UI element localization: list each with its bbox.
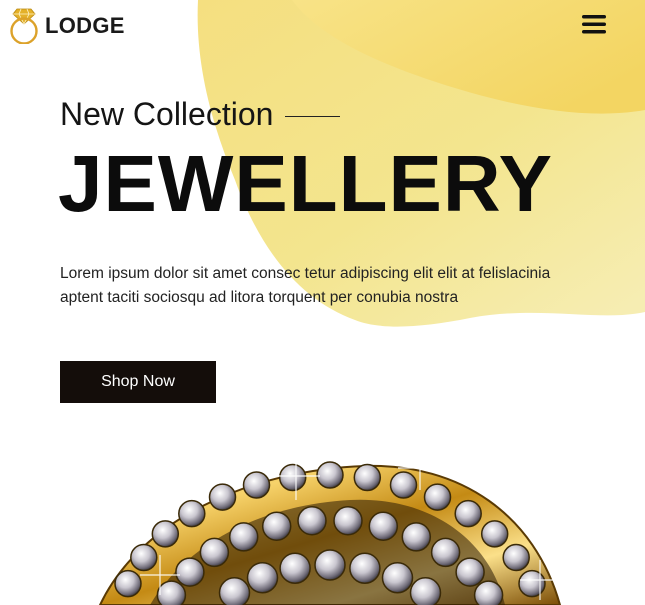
diamond-gem [218, 577, 251, 605]
diamond-gem [297, 505, 327, 536]
diamond-gem [480, 520, 509, 548]
diamond-gem [242, 471, 271, 499]
hamburger-menu-icon[interactable] [580, 12, 608, 36]
gold-diamond-ring-image [98, 445, 562, 605]
diamond-gem [502, 543, 530, 572]
diamond-gem [199, 537, 230, 568]
diamond-gem [156, 580, 187, 605]
diamond-gem [455, 557, 485, 587]
diamond-gem [261, 511, 292, 541]
diamond-gem [381, 561, 414, 594]
diamond-gem [409, 577, 442, 605]
eyebrow: New Collection [60, 96, 341, 133]
diamond-gem [278, 463, 307, 492]
site-header: LODGE [0, 0, 645, 50]
diamond-gem [423, 483, 452, 511]
diamond-gem [368, 511, 399, 541]
diamond-gem [246, 561, 279, 594]
diamond-gem [473, 580, 504, 605]
diamond-gem [314, 549, 346, 581]
diamond-gem [349, 552, 381, 584]
diamond-gem [151, 520, 180, 548]
diamond-gem [175, 557, 205, 587]
shop-now-button[interactable]: Shop Now [60, 361, 216, 403]
diamond-gem [430, 537, 461, 568]
diamond-gem [178, 499, 206, 528]
diamond-gem [353, 463, 382, 492]
diamond-gem [316, 461, 344, 489]
diamond-gem [228, 522, 259, 552]
hero-headline: JEWELLERY [58, 139, 553, 228]
brand-name: LODGE [45, 13, 125, 38]
diamond-gem [208, 483, 237, 511]
diamond-gem [333, 505, 363, 536]
eyebrow-divider [285, 115, 341, 118]
brand-logo[interactable]: LODGE [8, 6, 125, 44]
diamond-ring-icon [8, 6, 40, 44]
diamond-gem [389, 471, 418, 499]
hero-description: Lorem ipsum dolor sit amet consec tetur … [60, 265, 551, 306]
diamond-gem [518, 569, 546, 598]
diamond-gem [454, 499, 482, 528]
diamond-gem [114, 569, 142, 598]
eyebrow-text: New Collection [60, 96, 274, 132]
diamond-gem [279, 552, 311, 584]
diamond-gem [401, 522, 432, 552]
diamond-gem [130, 543, 158, 572]
